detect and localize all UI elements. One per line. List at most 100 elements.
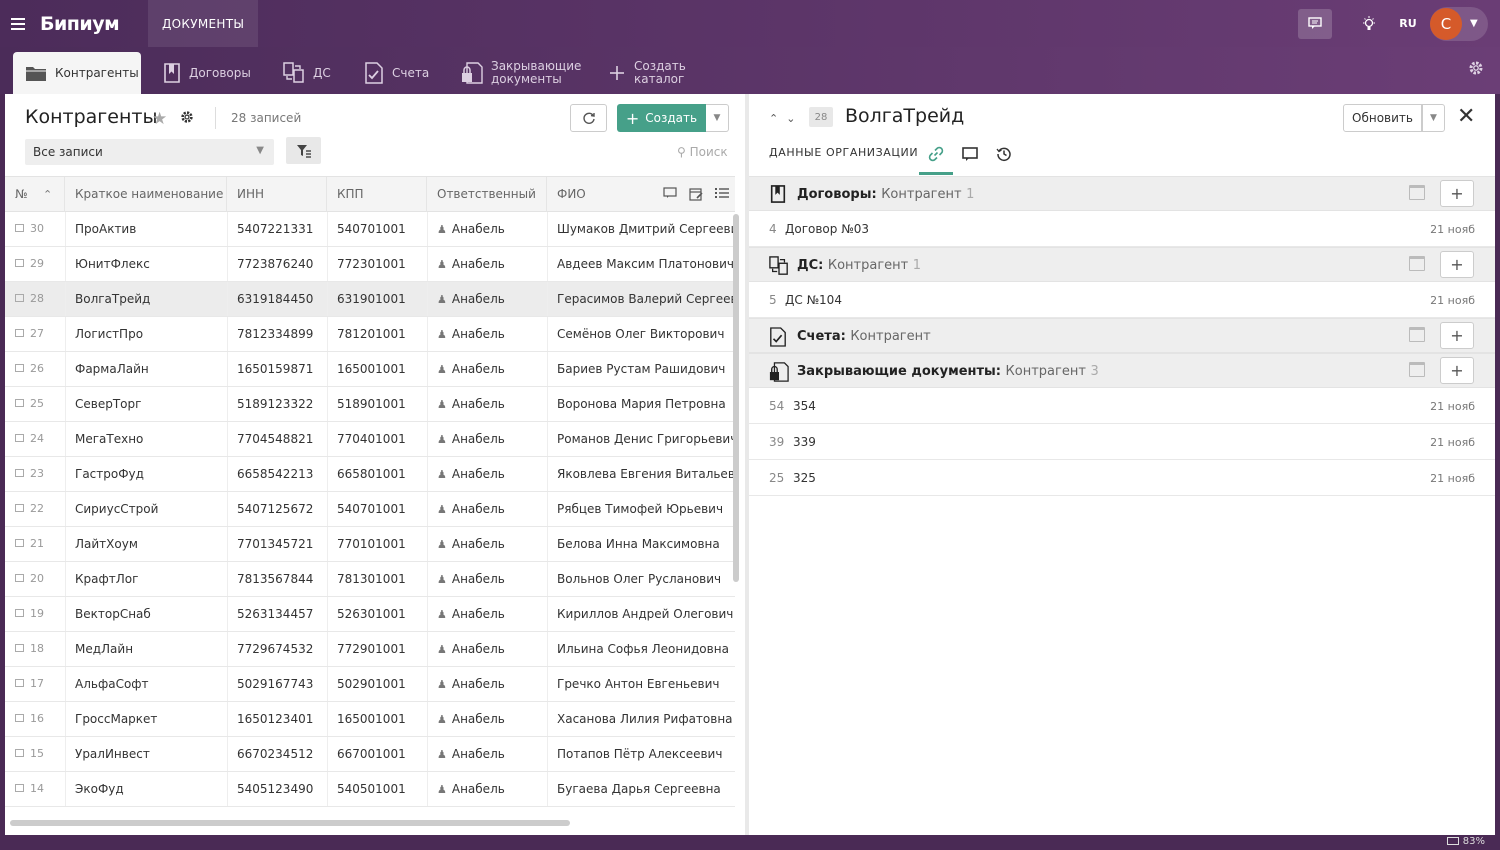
open-record-icon[interactable] [15, 399, 24, 407]
edit-columns-icon[interactable] [689, 187, 703, 205]
table-row[interactable]: 26 ФармаЛайн 1650159871 165001001 ♟ Анабель Ба… [5, 352, 735, 387]
open-record-icon[interactable] [15, 259, 24, 267]
create-button[interactable]: + Создать [617, 104, 706, 132]
table-row[interactable]: 16 ГроссМаркет 1650123401 165001001 ♟ Анабель… [5, 702, 735, 737]
app-logo[interactable]: Бипиум [40, 13, 148, 35]
open-record-icon[interactable] [15, 574, 24, 582]
close-icon[interactable]: ✕ [1457, 106, 1475, 128]
related-item[interactable]: 39 339 21 нояб [749, 424, 1495, 460]
open-record-icon[interactable] [15, 714, 24, 722]
horizontal-scrollbar[interactable] [10, 820, 570, 826]
calendar-icon[interactable] [1409, 327, 1425, 342]
open-record-icon[interactable] [15, 679, 24, 687]
gear-icon[interactable] [180, 110, 194, 128]
filter-button[interactable] [286, 137, 321, 164]
item-name[interactable]: ДС №104 [785, 293, 842, 307]
related-section[interactable]: Закрывающие документы: Контрагент 3 + [749, 353, 1495, 388]
column-header-number[interactable]: № ⌃ [5, 177, 65, 212]
catalog-tab-ds[interactable]: ДС [283, 52, 331, 94]
calendar-icon[interactable] [1409, 256, 1425, 271]
search-input[interactable]: ⚲ Поиск [677, 145, 728, 159]
table-row[interactable]: 20 КрафтЛог 7813567844 781301001 ♟ Анабель Вол… [5, 562, 735, 597]
lightbulb-icon[interactable] [1352, 9, 1386, 39]
comments-tab-icon[interactable] [954, 144, 986, 164]
vertical-scrollbar[interactable] [733, 214, 739, 582]
table-row[interactable]: 14 ЭкоФуд 5405123490 540501001 ♟ Анабель Бугае… [5, 772, 735, 807]
related-item[interactable]: 5 ДС №104 21 нояб [749, 282, 1495, 318]
table-row[interactable]: 17 АльфаСофт 5029167743 502901001 ♟ Анабель Гр… [5, 667, 735, 702]
open-record-icon[interactable] [15, 364, 24, 372]
table-row[interactable]: 18 МедЛайн 7729674532 772901001 ♟ Анабель Ильи… [5, 632, 735, 667]
open-record-icon[interactable] [15, 224, 24, 232]
table-row[interactable]: 27 ЛогистПро 7812334899 781201001 ♟ Анабель Се… [5, 317, 735, 352]
calendar-icon[interactable] [1409, 362, 1425, 377]
add-related-button[interactable]: + [1440, 357, 1474, 384]
chat-button[interactable] [1298, 8, 1332, 39]
chevron-down-icon[interactable]: ⌄ [786, 112, 803, 125]
open-record-icon[interactable] [15, 644, 24, 652]
add-related-button[interactable]: + [1440, 180, 1474, 207]
table-row[interactable]: 28 ВолгаТрейд 6319184450 631901001 ♟ Анабель Г… [5, 282, 735, 317]
menu-icon[interactable] [0, 0, 36, 47]
open-record-icon[interactable] [15, 784, 24, 792]
table-row[interactable]: 21 ЛайтХоум 7701345721 770101001 ♟ Анабель Бел… [5, 527, 735, 562]
refresh-button[interactable] [570, 104, 607, 132]
open-record-icon[interactable] [15, 749, 24, 757]
table-row[interactable]: 29 ЮнитФлекс 7723876240 772301001 ♟ Анабель Ав… [5, 247, 735, 282]
related-item[interactable]: 25 325 21 нояб [749, 460, 1495, 496]
table-row[interactable]: 24 МегаТехно 7704548821 770401001 ♟ Анабель Ро… [5, 422, 735, 457]
comment-column-icon[interactable] [663, 187, 677, 205]
open-record-icon[interactable] [15, 294, 24, 302]
related-item[interactable]: 54 354 21 нояб [749, 388, 1495, 424]
table-row[interactable]: 23 ГастроФуд 6658542213 665801001 ♟ Анабель Як… [5, 457, 735, 492]
table-row[interactable]: 19 ВекторСнаб 5263134457 526301001 ♟ Анабель К… [5, 597, 735, 632]
history-tab-icon[interactable] [988, 144, 1020, 164]
item-name[interactable]: 339 [793, 435, 816, 449]
column-header-fio[interactable]: ФИО [547, 177, 647, 212]
star-icon[interactable]: ★ [152, 109, 167, 129]
open-record-icon[interactable] [15, 609, 24, 617]
catalog-tab-invoices[interactable]: Счета [364, 52, 429, 94]
catalog-tab-contracts[interactable]: Договоры [163, 52, 251, 94]
catalog-tab-counterparties[interactable]: Контрагенты [13, 52, 141, 94]
table-row[interactable]: 15 УралИнвест 6670234512 667001001 ♟ Анабель П… [5, 737, 735, 772]
column-header-name[interactable]: Краткое наименование [65, 177, 227, 212]
column-header-kpp[interactable]: КПП [327, 177, 427, 212]
calendar-icon[interactable] [1409, 185, 1425, 200]
table-row[interactable]: 22 СириусСтрой 5407125672 540701001 ♟ Анабель… [5, 492, 735, 527]
related-section[interactable]: ДС: Контрагент 1 + [749, 247, 1495, 282]
table-row[interactable]: 30 ПроАктив 5407221331 540701001 ♟ Анабель Шум… [5, 212, 735, 247]
tab-organization-data[interactable]: ДАННЫЕ ОРГАНИЗАЦИИ [769, 146, 918, 159]
add-related-button[interactable]: + [1440, 322, 1474, 349]
list-view-icon[interactable] [715, 187, 729, 205]
user-menu[interactable]: С ▼ [1430, 6, 1488, 41]
item-name[interactable]: Договор №03 [785, 222, 869, 236]
create-dropdown-button[interactable]: ▼ [706, 104, 729, 132]
related-item[interactable]: 4 Договор №03 21 нояб [749, 211, 1495, 247]
open-record-icon[interactable] [15, 539, 24, 547]
open-record-icon[interactable] [15, 469, 24, 477]
column-header-responsible[interactable]: Ответственный [427, 177, 547, 212]
links-tab-icon[interactable] [920, 144, 952, 164]
sort-asc-icon[interactable]: ⌃ [43, 177, 52, 212]
chevron-up-icon[interactable]: ⌃ [769, 112, 786, 125]
gear-icon[interactable] [1468, 60, 1484, 80]
tab-documents[interactable]: ДОКУМЕНТЫ [148, 0, 259, 47]
record-navigation[interactable]: ⌃⌄ [769, 112, 803, 125]
table-row[interactable]: 25 СеверТорг 5189123322 518901001 ♟ Анабель Во… [5, 387, 735, 422]
catalog-tab-closing-docs[interactable]: Закрывающие документы [461, 52, 586, 94]
language-switch[interactable]: RU [1392, 17, 1424, 30]
create-catalog-button[interactable]: Создать каталог [608, 52, 703, 94]
related-section[interactable]: Счета: Контрагент + [749, 318, 1495, 353]
zoom-level[interactable]: 83% [1446, 836, 1485, 847]
related-section[interactable]: Договоры: Контрагент 1 + [749, 176, 1495, 211]
view-filter-select[interactable]: Все записи ▼ [25, 139, 274, 165]
open-record-icon[interactable] [15, 434, 24, 442]
update-button[interactable]: Обновить [1343, 104, 1422, 132]
open-record-icon[interactable] [15, 504, 24, 512]
open-record-icon[interactable] [15, 329, 24, 337]
item-name[interactable]: 325 [793, 471, 816, 485]
item-name[interactable]: 354 [793, 399, 816, 413]
column-header-inn[interactable]: ИНН [227, 177, 327, 212]
update-dropdown-button[interactable]: ▼ [1422, 104, 1445, 132]
